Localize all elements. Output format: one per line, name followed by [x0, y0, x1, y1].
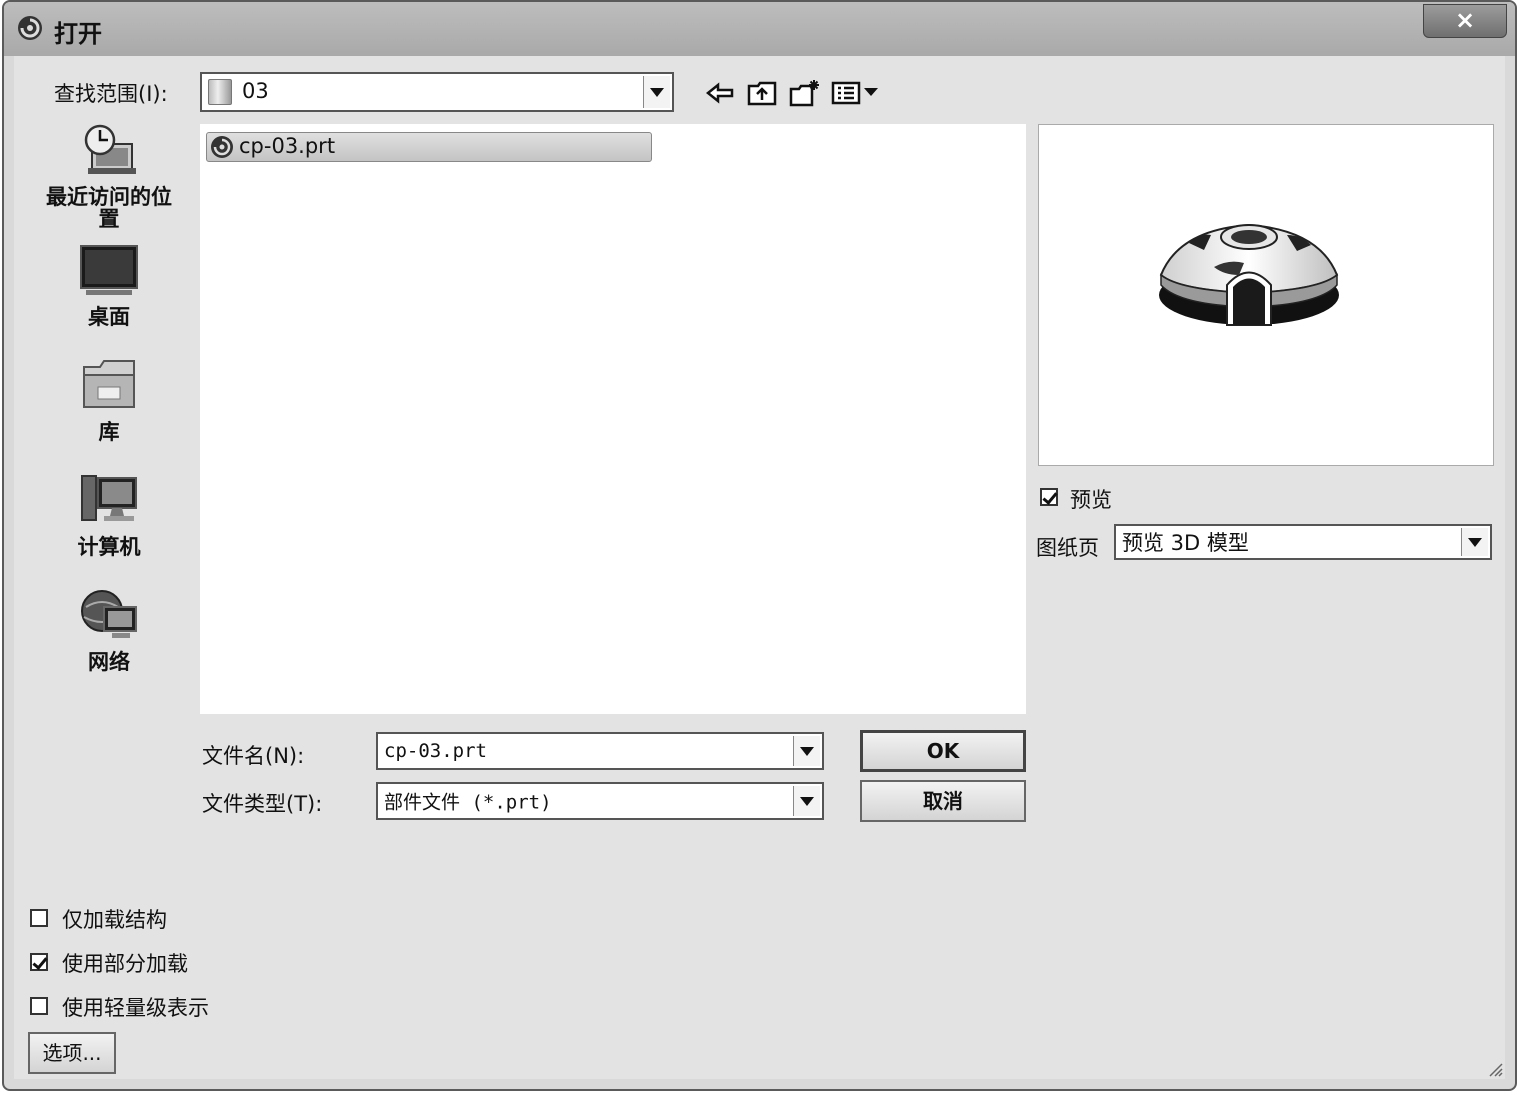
look-in-dropdown[interactable]: 03 [200, 72, 674, 112]
file-name: cp-03.prt [239, 134, 336, 158]
place-label: 计算机 [77, 535, 141, 559]
filetype-label: 文件类型(T): [202, 792, 323, 816]
chevron-down-icon[interactable] [1461, 528, 1488, 556]
libraries-icon [83, 360, 135, 408]
lightweight-checkbox[interactable] [30, 997, 48, 1015]
place-label: 网络 [88, 650, 130, 674]
up-folder-icon[interactable] [746, 78, 778, 108]
load-structure-label: 仅加载结构 [62, 908, 167, 932]
new-folder-icon[interactable] [788, 78, 820, 108]
cancel-button[interactable]: 取消 [860, 780, 1026, 822]
look-in-value: 03 [242, 79, 269, 103]
open-dialog: 打开 × 查找范围(I): 03 最近访问的位置 桌面 库 计算机 网络 cp-… [2, 0, 1517, 1091]
filename-value: cp-03.prt [384, 740, 487, 762]
place-label: 库 [98, 420, 120, 444]
network-icon [81, 590, 137, 638]
place-computer[interactable]: 计算机 [24, 472, 194, 558]
sheet-dropdown[interactable]: 预览 3D 模型 [1114, 524, 1492, 560]
filename-label: 文件名(N): [202, 744, 305, 768]
filetype-dropdown[interactable]: 部件文件 (*.prt) [376, 782, 824, 820]
place-label: 最近访问的位置 [46, 185, 172, 231]
options-button[interactable]: 选项... [28, 1032, 116, 1074]
preview-checkbox-label: 预览 [1070, 488, 1112, 512]
look-in-label: 查找范围(I): [54, 82, 168, 106]
view-menu-icon[interactable] [830, 78, 886, 108]
chevron-down-icon[interactable] [793, 786, 820, 816]
desktop-icon [80, 245, 138, 295]
partial-load-label: 使用部分加载 [62, 952, 188, 976]
filename-input[interactable]: cp-03.prt [376, 732, 824, 770]
recent-places-icon [84, 124, 136, 174]
place-label: 桌面 [88, 305, 130, 329]
resize-grip-icon[interactable] [1485, 1059, 1503, 1077]
dialog-body: 查找范围(I): 03 最近访问的位置 桌面 库 计算机 网络 cp-03.pr… [14, 56, 1505, 1079]
title-bar[interactable]: 打开 × [4, 2, 1515, 56]
app-logo-icon [18, 16, 42, 40]
back-arrow-icon[interactable] [704, 78, 736, 108]
file-list[interactable]: cp-03.prt [200, 124, 1026, 714]
chevron-down-icon[interactable] [643, 76, 670, 108]
sheet-label: 图纸页 [1036, 536, 1099, 560]
close-button[interactable]: × [1423, 4, 1507, 38]
preview-checkbox[interactable] [1040, 488, 1058, 506]
window-title: 打开 [54, 20, 102, 48]
place-network[interactable]: 网络 [24, 587, 194, 673]
preview-pane [1038, 124, 1494, 466]
part-file-icon [211, 136, 233, 158]
load-structure-checkbox[interactable] [30, 909, 48, 927]
sheet-value: 预览 3D 模型 [1122, 531, 1249, 555]
list-item[interactable]: cp-03.prt [206, 132, 652, 162]
chevron-down-icon[interactable] [793, 736, 820, 766]
folder-icon [208, 79, 232, 105]
ok-button[interactable]: OK [860, 730, 1026, 772]
computer-icon [81, 475, 137, 521]
lightweight-label: 使用轻量级表示 [62, 996, 209, 1020]
model-preview-image [1159, 223, 1339, 326]
filetype-value: 部件文件 (*.prt) [384, 791, 552, 814]
partial-load-checkbox[interactable] [30, 953, 48, 971]
place-desktop[interactable]: 桌面 [24, 242, 194, 328]
place-libraries[interactable]: 库 [24, 357, 194, 443]
place-recent[interactable]: 最近访问的位置 [24, 122, 194, 230]
